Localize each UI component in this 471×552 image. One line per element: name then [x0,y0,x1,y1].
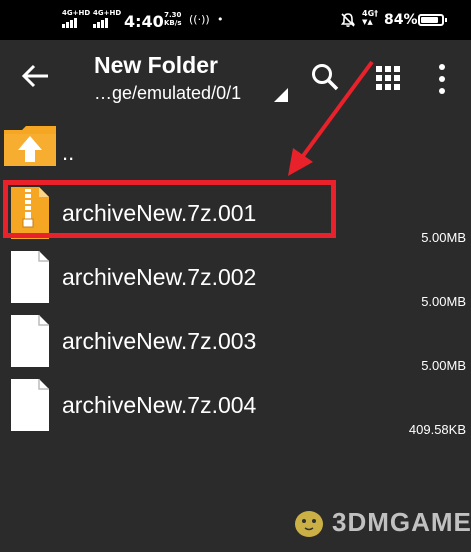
folder-up-icon [4,126,56,166]
search-icon[interactable] [310,62,340,92]
toolbar: New Folder …ge/emulated/0/1 [0,40,471,112]
mute-bell-icon [340,13,356,27]
file-row[interactable]: archiveNew.7z.001 5.00MB [0,182,471,246]
file-name: archiveNew.7z.001 [62,200,257,226]
battery-icon [418,14,447,26]
sim1-network-label: 4G+HD [62,9,91,17]
zip-file-icon [11,187,49,239]
notification-dot-icon: • [217,13,224,26]
file-size: 5.00MB [421,358,466,373]
file-row[interactable]: archiveNew.7z.003 5.00MB [0,310,471,374]
path-dropdown-icon[interactable] [274,88,288,102]
file-name: archiveNew.7z.002 [62,264,257,290]
hotspot-icon: ((·)) [189,13,210,26]
battery-fill [421,17,438,23]
mobile-data-icon: 4G† ▼▲ [362,9,379,26]
status-time: 4:40 [124,12,164,31]
file-name: archiveNew.7z.004 [62,392,257,418]
parent-folder-row[interactable]: .. [0,112,471,176]
file-row[interactable]: archiveNew.7z.004 409.58KB [0,374,471,438]
speed-value: 7.30 [164,11,182,19]
watermark: 3DMGAME [292,505,471,539]
sim2-signal-icon: 4G+HD [93,9,121,28]
battery-percent: 84% [384,12,418,28]
sim2-network-label: 4G+HD [93,9,122,17]
folder-title: New Folder [94,52,218,78]
path-breadcrumb[interactable]: …ge/emulated/0/1 [94,83,241,104]
mobile-data-label: 4G† [362,9,379,18]
network-speed: 7.30 KB/s [164,11,181,27]
watermark-mascot-icon [295,511,323,537]
file-icon [11,251,49,303]
file-icon [11,379,49,431]
file-name: archiveNew.7z.003 [62,328,257,354]
file-icon [11,315,49,367]
file-size: 409.58KB [408,422,466,437]
grid-view-icon[interactable] [376,66,402,92]
file-size: 5.00MB [421,230,466,245]
file-size: 5.00MB [421,294,466,309]
file-row[interactable]: archiveNew.7z.002 5.00MB [0,246,471,310]
sim1-signal-icon: 4G+HD [62,9,90,28]
parent-folder-label: .. [62,140,75,165]
watermark-text: 3DMGAME [332,506,471,537]
more-options-icon[interactable] [438,64,446,94]
speed-unit: KB/s [164,19,182,27]
status-bar: 4G+HD 4G+HD 4:40 7.30 KB/s ((·)) • 4G† ▼… [0,0,471,40]
back-arrow-icon[interactable] [20,62,52,90]
